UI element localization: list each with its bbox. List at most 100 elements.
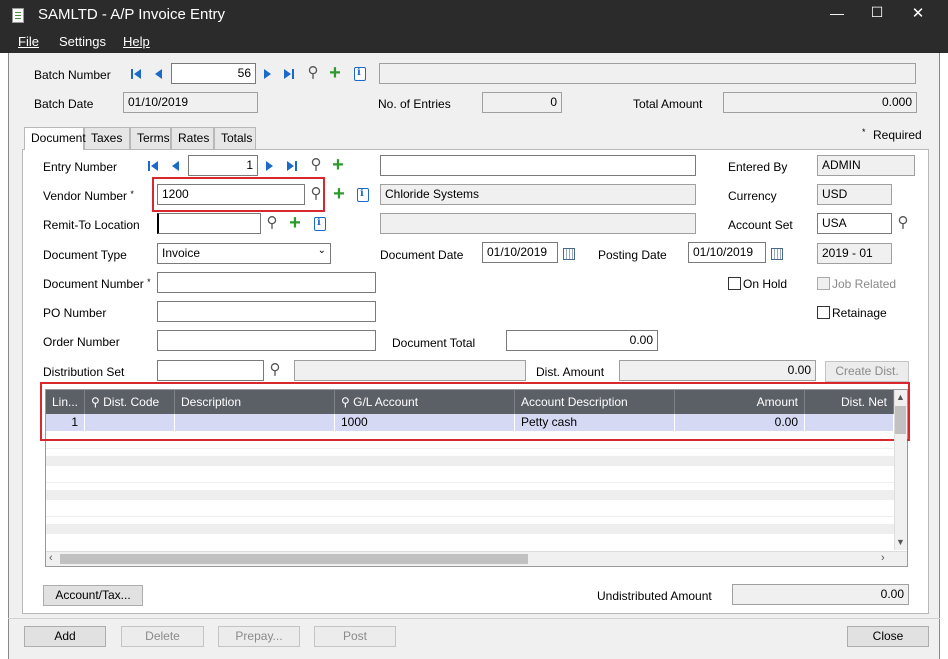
prepay-button[interactable]: Prepay... <box>218 626 300 647</box>
required-marker: * <box>862 127 866 137</box>
remit-to-field[interactable] <box>157 213 261 234</box>
minimize-button[interactable]: — <box>826 5 848 21</box>
menu-settings-label: Settings <box>59 34 106 49</box>
add-button[interactable]: Add <box>24 626 106 647</box>
batch-search-icon[interactable]: ⚲ <box>305 65 321 81</box>
tab-totals-label: Totals <box>221 131 253 145</box>
footer-separator <box>8 618 940 619</box>
distribution-set-field[interactable] <box>157 360 264 381</box>
remit-info-icon[interactable] <box>312 216 328 232</box>
job-related-checkbox[interactable] <box>817 277 830 290</box>
remit-add-icon[interactable]: + <box>287 213 303 233</box>
create-dist-button[interactable]: Create Dist. <box>825 361 909 382</box>
menu-help-label: Help <box>123 34 150 49</box>
close-button[interactable]: Close <box>847 626 929 647</box>
scroll-down-icon[interactable]: ▼ <box>896 537 905 547</box>
last-entry-icon[interactable] <box>284 158 300 174</box>
currency-field: USD <box>817 184 892 205</box>
po-number-label: PO Number <box>43 306 107 320</box>
scroll-up-icon[interactable]: ▲ <box>896 392 905 402</box>
entry-add-icon[interactable]: + <box>330 155 346 175</box>
entries-label: No. of Entries <box>378 97 451 111</box>
document-date-label: Document Date <box>380 248 464 262</box>
dist-amount-label: Dist. Amount <box>536 365 605 379</box>
document-number-required-mark: * <box>147 277 151 287</box>
prev-batch-icon[interactable] <box>150 66 166 82</box>
menu-help[interactable]: Help <box>123 34 150 49</box>
batch-number-label: Batch Number <box>34 68 111 82</box>
vendor-info-icon[interactable] <box>355 187 371 203</box>
first-entry-icon[interactable] <box>145 158 161 174</box>
document-date-calendar-icon[interactable] <box>561 246 577 262</box>
entry-number-field[interactable]: 1 <box>188 155 258 176</box>
scroll-left-icon[interactable]: ‹ <box>49 552 53 564</box>
vendor-number-label: Vendor Number * <box>43 189 134 203</box>
batch-number-field[interactable]: 56 <box>171 63 256 84</box>
document-type-select[interactable]: Invoice ⌄ <box>157 243 331 264</box>
job-related-label: Job Related <box>832 277 897 291</box>
tab-document[interactable]: Document <box>24 127 86 150</box>
currency-label: Currency <box>728 189 777 203</box>
on-hold-checkbox[interactable] <box>728 277 741 290</box>
posting-date-calendar-icon[interactable] <box>769 246 785 262</box>
close-window-button[interactable]: ✕ <box>907 4 929 22</box>
entered-by-field: ADMIN <box>817 155 915 176</box>
batch-date-field: 01/10/2019 <box>123 92 258 113</box>
prev-entry-icon[interactable] <box>167 158 183 174</box>
empty-grid-rows <box>46 432 894 550</box>
required-note: Required <box>873 128 922 142</box>
document-total-label: Document Total <box>392 336 476 350</box>
grid-highlight-box <box>40 382 910 441</box>
distribution-set-search-icon[interactable]: ⚲ <box>267 362 283 378</box>
last-batch-icon[interactable] <box>281 66 297 82</box>
account-tax-button[interactable]: Account/Tax... <box>43 585 143 606</box>
vendor-required-mark: * <box>130 189 134 199</box>
scroll-right-icon[interactable]: › <box>881 552 885 564</box>
order-number-field[interactable] <box>157 330 376 351</box>
dist-amount-field: 0.00 <box>619 360 816 381</box>
batch-add-icon[interactable]: + <box>327 63 343 83</box>
retainage-label: Retainage <box>832 306 887 320</box>
document-number-field[interactable] <box>157 272 376 293</box>
fiscal-period-field: 2019 - 01 <box>817 243 892 264</box>
distribution-set-label: Distribution Set <box>43 365 125 379</box>
tab-terms[interactable]: Terms <box>130 127 171 149</box>
document-type-value: Invoice <box>162 246 201 260</box>
remit-search-icon[interactable]: ⚲ <box>264 215 280 231</box>
document-total-field[interactable]: 0.00 <box>506 330 658 351</box>
distribution-set-description-field <box>294 360 526 381</box>
menu-file[interactable]: File <box>18 34 39 49</box>
post-button[interactable]: Post <box>314 626 396 647</box>
batch-description-field[interactable] <box>379 63 916 84</box>
retainage-checkbox[interactable] <box>817 306 830 319</box>
app-icon <box>12 8 24 23</box>
tab-taxes-label: Taxes <box>91 131 123 145</box>
tab-taxes[interactable]: Taxes <box>84 127 130 149</box>
undistributed-amount-field: 0.00 <box>732 584 909 605</box>
po-number-field[interactable] <box>157 301 376 322</box>
entry-description-field[interactable] <box>380 155 696 176</box>
maximize-button[interactable]: ☐ <box>866 4 888 21</box>
grid-vertical-scroll-thumb[interactable] <box>895 406 906 434</box>
entry-number-label: Entry Number <box>43 160 118 174</box>
remit-to-label: Remit-To Location <box>43 218 140 232</box>
tab-totals[interactable]: Totals <box>214 127 256 149</box>
next-entry-icon[interactable] <box>261 158 277 174</box>
document-number-label: Document Number * <box>43 277 151 291</box>
posting-date-field[interactable]: 01/10/2019 <box>688 242 766 263</box>
entry-search-icon[interactable]: ⚲ <box>308 157 324 173</box>
batch-date-label: Batch Date <box>34 97 94 111</box>
tab-rates[interactable]: Rates <box>171 127 214 149</box>
account-set-search-icon[interactable]: ⚲ <box>895 215 911 231</box>
batch-info-icon[interactable] <box>352 66 368 82</box>
document-date-field[interactable]: 01/10/2019 <box>482 242 558 263</box>
first-batch-icon[interactable] <box>128 66 144 82</box>
account-set-field[interactable]: USA <box>817 213 892 234</box>
vendor-add-icon[interactable]: + <box>331 184 347 204</box>
vendor-name-field: Chloride Systems <box>380 184 696 205</box>
grid-horizontal-scroll-thumb[interactable] <box>60 554 528 564</box>
delete-button[interactable]: Delete <box>121 626 204 647</box>
next-batch-icon[interactable] <box>259 66 275 82</box>
window-title: SAMLTD - A/P Invoice Entry <box>38 6 226 23</box>
menu-settings[interactable]: Settings <box>59 34 106 49</box>
